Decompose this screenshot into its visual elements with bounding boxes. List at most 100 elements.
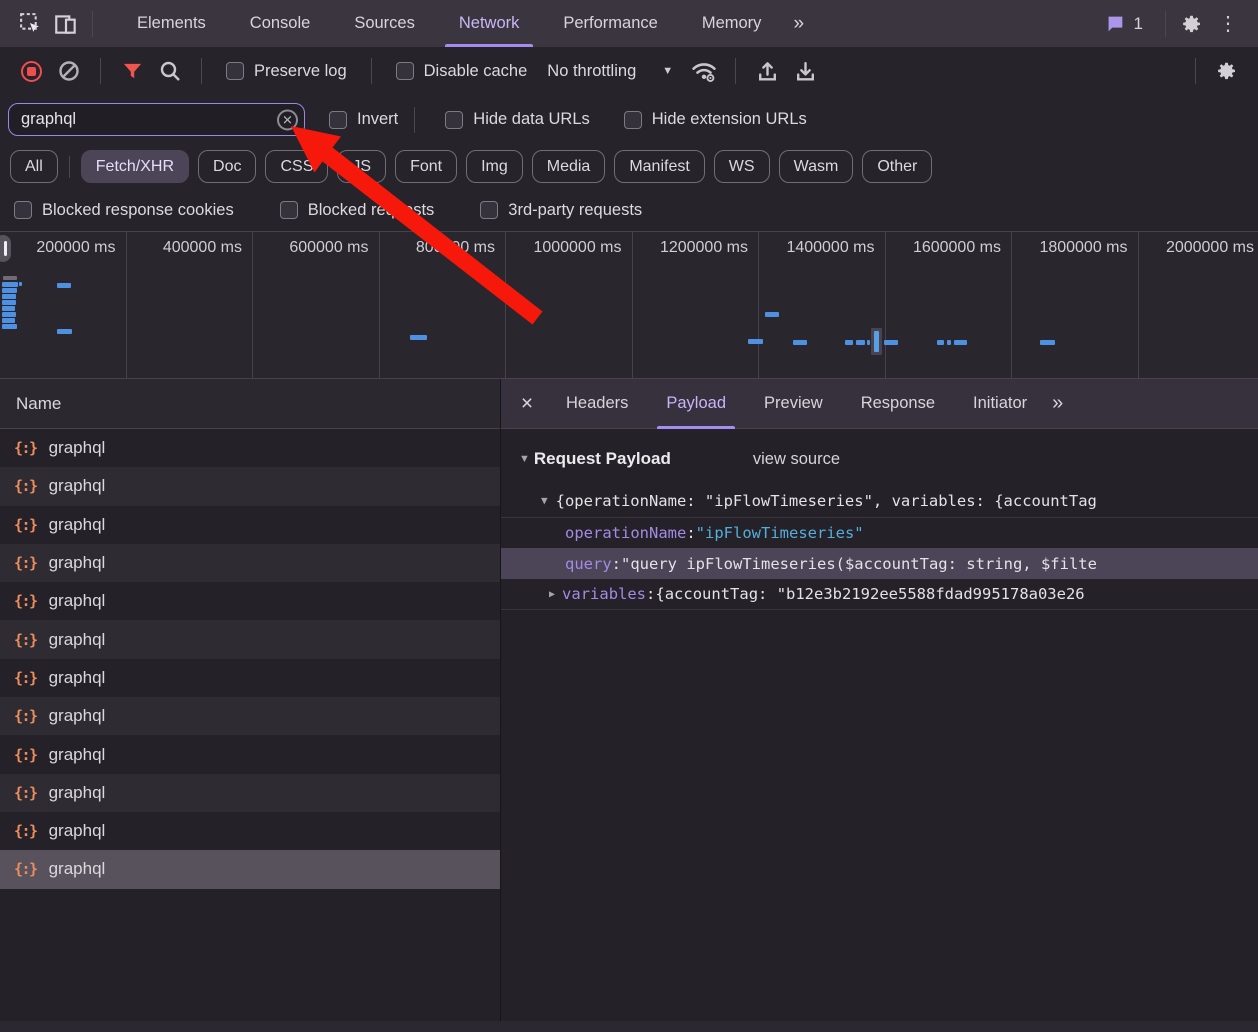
- payload-key: variables: [562, 585, 646, 603]
- search-network-button[interactable]: [153, 54, 187, 88]
- close-details-button[interactable]: ×: [507, 379, 547, 429]
- inspect-element-button[interactable]: [12, 6, 48, 42]
- filter-chip[interactable]: Wasm: [779, 150, 854, 183]
- device-toolbar-button[interactable]: [48, 6, 84, 42]
- payload-key: operationName: [565, 524, 686, 542]
- ruler-tick-label: 1000000 ms: [506, 232, 632, 257]
- request-row[interactable]: {:} graphql: [0, 774, 500, 812]
- flag-control: Blocked response cookies: [14, 201, 234, 220]
- flag-checkbox[interactable]: [280, 201, 298, 219]
- request-row[interactable]: {:} graphql: [0, 506, 500, 544]
- details-tab[interactable]: Preview: [759, 379, 828, 429]
- overview-scroll-handle[interactable]: [0, 235, 11, 262]
- export-har-button[interactable]: [788, 54, 822, 88]
- filter-input[interactable]: [8, 103, 305, 136]
- flag-checkbox[interactable]: [14, 201, 32, 219]
- device-toolbar-icon: [53, 11, 79, 37]
- upload-icon: [755, 59, 780, 84]
- clear-icon: [57, 59, 81, 83]
- main-menu-button[interactable]: ⋮: [1210, 6, 1246, 42]
- network-settings-button[interactable]: [1210, 54, 1244, 88]
- request-payload-section[interactable]: ▼ Request Payload view source: [501, 444, 1258, 474]
- filter-chip[interactable]: JS: [337, 150, 386, 183]
- request-name: graphql: [49, 859, 106, 879]
- filter-chip[interactable]: Img: [466, 150, 523, 183]
- settings-button[interactable]: [1174, 6, 1210, 42]
- request-row[interactable]: {:} graphql: [0, 812, 500, 850]
- panel-tab[interactable]: Console: [228, 0, 333, 47]
- waterfall-bar: [856, 340, 865, 345]
- request-row[interactable]: {:} graphql: [0, 697, 500, 735]
- bottom-scrollbar-track[interactable]: [0, 1021, 1258, 1032]
- extra-filters-row: Blocked response cookies Blocked request…: [0, 189, 1258, 232]
- network-filter-row: ✕ Invert Hide data URLs Hide extension U…: [0, 95, 1258, 144]
- requests-list-panel: Name {:} graphql {:} graphql {:} graphql…: [0, 379, 501, 1031]
- flag-label: Blocked response cookies: [42, 201, 234, 220]
- more-details-tabs-button[interactable]: »: [1052, 392, 1061, 415]
- panel-tab[interactable]: Elements: [115, 0, 228, 47]
- panel-tab[interactable]: Network: [437, 0, 542, 47]
- disable-cache-checkbox[interactable]: [396, 62, 414, 80]
- waterfall-bar: [2, 318, 15, 323]
- details-tab[interactable]: Payload: [661, 379, 731, 429]
- request-row[interactable]: {:} graphql: [0, 620, 500, 658]
- request-row[interactable]: {:} graphql: [0, 659, 500, 697]
- preserve-log-checkbox[interactable]: [226, 62, 244, 80]
- toolbar-separator: [735, 58, 736, 84]
- download-icon: [793, 59, 818, 84]
- filter-chip[interactable]: Other: [862, 150, 932, 183]
- panel-tab[interactable]: Performance: [541, 0, 679, 47]
- kebab-menu-icon: ⋮: [1218, 14, 1238, 34]
- panel-tab-label: Performance: [563, 14, 657, 33]
- filter-chip[interactable]: Doc: [198, 150, 256, 183]
- filter-toggle-button[interactable]: [115, 54, 149, 88]
- request-row[interactable]: {:} graphql: [0, 467, 500, 505]
- request-row[interactable]: {:} graphql: [0, 582, 500, 620]
- filter-chip[interactable]: Fetch/XHR: [81, 150, 189, 183]
- devtools-tabbar: ElementsConsoleSourcesNetwork Performance…: [0, 0, 1258, 47]
- panel-tab[interactable]: Sources: [332, 0, 437, 47]
- record-icon: [21, 61, 42, 82]
- ruler-cell: 1800000 ms: [1012, 232, 1139, 378]
- hide-data-urls-checkbox[interactable]: [445, 111, 463, 129]
- hide-extension-urls-checkbox[interactable]: [624, 111, 642, 129]
- more-panels-button[interactable]: »: [783, 13, 812, 35]
- details-tab-label: Headers: [566, 394, 628, 413]
- filter-chip[interactable]: WS: [714, 150, 770, 183]
- request-name: graphql: [49, 591, 106, 611]
- throttling-select[interactable]: No throttling ▼: [541, 62, 683, 81]
- request-row[interactable]: {:} graphql: [0, 429, 500, 467]
- request-row[interactable]: {:} graphql: [0, 850, 500, 888]
- filter-chip[interactable]: Manifest: [614, 150, 704, 183]
- details-tab[interactable]: Headers: [561, 379, 633, 429]
- import-har-button[interactable]: [750, 54, 784, 88]
- details-tab[interactable]: Initiator: [968, 379, 1032, 429]
- disable-cache-control: Disable cache: [386, 62, 538, 81]
- payload-row-query[interactable]: query: "query ipFlowTimeseries($accountT…: [501, 548, 1258, 579]
- details-tab[interactable]: Response: [856, 379, 940, 429]
- flag-checkbox[interactable]: [480, 201, 498, 219]
- ruler-tick-label: 600000 ms: [253, 232, 379, 257]
- panel-tab[interactable]: Memory: [680, 0, 784, 47]
- filter-chip[interactable]: CSS: [265, 150, 328, 183]
- request-row[interactable]: {:} graphql: [0, 544, 500, 582]
- name-column-header[interactable]: Name: [0, 379, 500, 429]
- payload-root-row[interactable]: ▼ {operationName: "ipFlowTimeseries", va…: [501, 484, 1258, 517]
- payload-row-operation-name[interactable]: operationName: "ipFlowTimeseries": [501, 517, 1258, 548]
- record-network-log-button[interactable]: [14, 54, 48, 88]
- filter-chip-label: Wasm: [794, 158, 839, 176]
- issues-button[interactable]: 1: [1104, 13, 1143, 35]
- filter-chip[interactable]: Media: [532, 150, 606, 183]
- request-row[interactable]: {:} graphql: [0, 735, 500, 773]
- network-overview[interactable]: 200000 ms400000 ms600000 ms800000 ms1000…: [0, 232, 1258, 379]
- filter-chip-all[interactable]: All: [10, 150, 58, 183]
- invert-checkbox[interactable]: [329, 111, 347, 129]
- clear-filter-icon[interactable]: ✕: [277, 109, 298, 130]
- payload-pane: ▼ Request Payload view source ▼ {operati…: [501, 429, 1258, 1031]
- clear-network-log-button[interactable]: [52, 54, 86, 88]
- view-source-link[interactable]: view source: [753, 450, 840, 469]
- filter-chip[interactable]: Font: [395, 150, 457, 183]
- ruler-cell: 200000 ms: [0, 232, 127, 378]
- network-conditions-button[interactable]: [687, 54, 721, 88]
- payload-row-variables[interactable]: ▶variables: {accountTag: "b12e3b2192ee55…: [501, 579, 1258, 610]
